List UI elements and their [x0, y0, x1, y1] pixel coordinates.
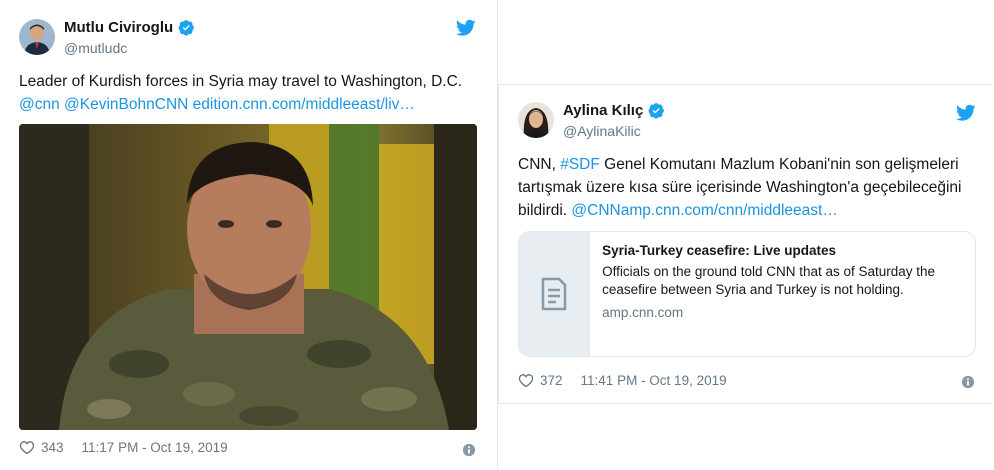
- display-name-text[interactable]: Aylina Kılıç: [563, 102, 643, 119]
- tweet-text-line: tartışmak üzere kısa süre içerisinde Was…: [518, 179, 962, 196]
- tweet-text: CNN, #SDF Genel Komutanı Mazlum Kobani'n…: [518, 153, 978, 222]
- tweet-link[interactable]: amp.cnn.com/cnn/middleeast…: [621, 202, 838, 219]
- twitter-bird-icon[interactable]: [956, 104, 976, 122]
- mention-cnn[interactable]: @cnn: [19, 96, 60, 113]
- handle[interactable]: @mutludc: [64, 40, 127, 56]
- info-icon[interactable]: [462, 443, 476, 457]
- verified-badge-icon: [178, 20, 195, 36]
- card-thumbnail: [519, 232, 591, 356]
- tweet-link[interactable]: edition.cnn.com/middleeast/liv…: [193, 96, 415, 113]
- tweet-card-mutlu[interactable]: Mutlu Civiroglu @mutludc Leader of Kurdi…: [0, 0, 498, 470]
- tweet-photo[interactable]: [19, 124, 477, 430]
- hashtag-sdf[interactable]: #SDF: [560, 156, 600, 173]
- tweet-footer: 343 11:17 PM - Oct 19, 2019: [19, 440, 228, 455]
- card-body: Syria-Turkey ceasefire: Live updates Off…: [590, 232, 975, 356]
- like-count[interactable]: 343: [41, 440, 64, 455]
- avatar[interactable]: [19, 19, 55, 55]
- mention-kevinbohncnn[interactable]: @KevinBohnCNN: [64, 96, 188, 113]
- display-name-text[interactable]: Mutlu Civiroglu: [64, 19, 173, 36]
- tweet-footer: 372 11:41 PM - Oct 19, 2019: [518, 373, 727, 388]
- link-preview-card[interactable]: Syria-Turkey ceasefire: Live updates Off…: [518, 231, 976, 357]
- info-icon[interactable]: [961, 375, 975, 389]
- verified-badge-icon: [648, 103, 665, 119]
- document-icon: [541, 277, 567, 311]
- display-name[interactable]: Aylina Kılıç: [563, 102, 665, 119]
- tweet-timestamp[interactable]: 11:41 PM - Oct 19, 2019: [581, 373, 727, 388]
- mention-cnn[interactable]: @CNN: [571, 202, 620, 219]
- tweet-text-segment: CNN,: [518, 156, 561, 173]
- display-name[interactable]: Mutlu Civiroglu: [64, 19, 195, 36]
- tweet-text-segment: bildirdi.: [518, 202, 572, 219]
- tweet-text-segment: Genel Komutanı Mazlum Kobani'nin son gel…: [599, 156, 959, 173]
- card-description: Officials on the ground told CNN that as…: [602, 263, 936, 298]
- card-title[interactable]: Syria-Turkey ceasefire: Live updates: [602, 242, 963, 261]
- heart-icon[interactable]: [19, 440, 35, 455]
- twitter-bird-icon[interactable]: [456, 19, 476, 37]
- handle[interactable]: @AylinaKilic: [563, 123, 641, 139]
- heart-icon[interactable]: [518, 373, 534, 388]
- tweet-text-line: Leader of Kurdish forces in Syria may tr…: [19, 73, 463, 90]
- tweet-text: Leader of Kurdish forces in Syria may tr…: [19, 70, 462, 116]
- tweet-timestamp[interactable]: 11:17 PM - Oct 19, 2019: [82, 440, 228, 455]
- tweet-card-aylina[interactable]: Aylina Kılıç @AylinaKilic CNN, #SDF Gene…: [498, 84, 993, 404]
- card-domain: amp.cnn.com: [602, 304, 684, 320]
- like-count[interactable]: 372: [540, 373, 563, 388]
- avatar[interactable]: [518, 102, 554, 138]
